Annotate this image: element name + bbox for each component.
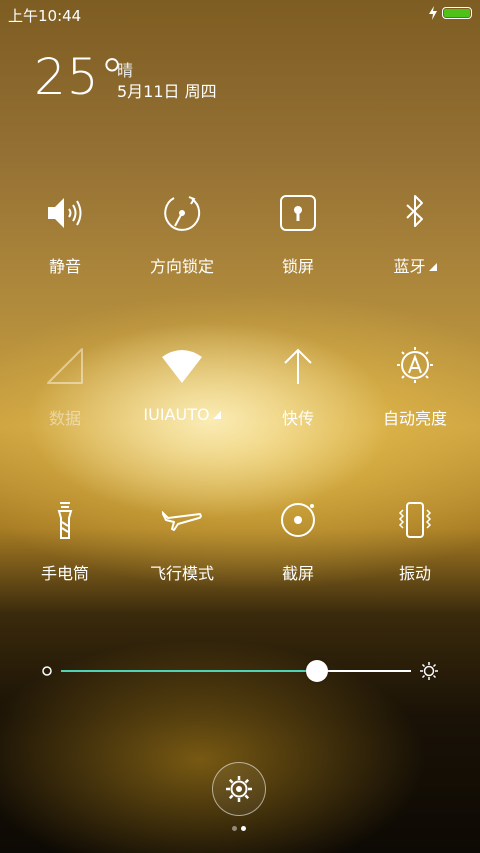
brightness-high-icon xyxy=(420,662,438,680)
battery-level xyxy=(444,9,470,17)
toggle-airplane[interactable]: 飞行模式 xyxy=(122,500,242,600)
page-dot xyxy=(232,826,237,831)
toggle-label: 手电筒 xyxy=(40,564,89,583)
toggle-label: 振动 xyxy=(398,564,431,583)
bluetooth-icon xyxy=(406,195,423,227)
status-bar: 上午10:44 xyxy=(0,0,480,28)
toggle-wifi[interactable]: IUIAUTO xyxy=(122,345,242,445)
toggle-vibrate[interactable]: 振动 xyxy=(355,500,475,600)
toggle-mute[interactable]: 静音 xyxy=(5,193,125,293)
mobile-data-icon xyxy=(47,348,83,384)
toggle-label: 截屏 xyxy=(281,564,314,583)
rotation-lock-icon xyxy=(164,196,201,231)
bolt-icon xyxy=(429,6,437,20)
toggle-label: 飞行模式 xyxy=(149,564,214,583)
toggle-label: 蓝牙 xyxy=(355,253,475,277)
submenu-indicator-icon[interactable] xyxy=(212,411,221,419)
toggle-label: 数据 xyxy=(48,409,81,428)
status-time: 上午10:44 xyxy=(8,7,82,25)
brightness-fill xyxy=(61,670,317,672)
toggle-label: 锁屏 xyxy=(281,257,314,276)
toggle-label: IUIAUTO xyxy=(122,405,242,424)
vibrate-icon xyxy=(398,502,432,538)
toggle-auto-brightness[interactable]: 自动亮度 xyxy=(355,345,475,445)
toggle-rotation-lock[interactable]: 方向锁定 xyxy=(122,193,242,293)
auto-brightness-icon xyxy=(397,347,433,383)
gear-icon xyxy=(226,776,252,802)
battery-icon xyxy=(442,7,472,19)
submenu-indicator-icon[interactable] xyxy=(428,263,437,271)
flashlight-icon xyxy=(57,502,73,539)
weather-date: 5月11日 周四 xyxy=(117,82,217,101)
brightness-slider[interactable] xyxy=(36,656,444,686)
settings-button[interactable] xyxy=(212,762,266,816)
brightness-track[interactable] xyxy=(61,660,411,682)
airplane-icon xyxy=(162,511,202,531)
toggle-bluetooth[interactable]: 蓝牙 xyxy=(355,193,475,293)
quick-transfer-icon xyxy=(284,348,312,384)
page-indicator xyxy=(232,826,252,834)
toggle-label: 自动亮度 xyxy=(382,409,447,428)
toggle-label: 静音 xyxy=(48,257,81,276)
toggle-quick-transfer[interactable]: 快传 xyxy=(238,345,358,445)
toggle-label-text: IUIAUTO xyxy=(143,405,210,424)
lock-screen-icon xyxy=(280,195,316,231)
screenshot-icon xyxy=(281,503,315,537)
speaker-icon xyxy=(48,198,82,228)
toggle-mobile-data[interactable]: 数据 xyxy=(5,345,125,445)
weather-temperature: 25° xyxy=(34,48,126,106)
brightness-thumb[interactable] xyxy=(305,660,328,682)
page-dot-active xyxy=(241,826,246,831)
toggle-label-text: 蓝牙 xyxy=(393,257,426,276)
toggle-lock-screen[interactable]: 锁屏 xyxy=(238,193,358,293)
brightness-low-icon xyxy=(42,666,52,676)
toggle-screenshot[interactable]: 截屏 xyxy=(238,500,358,600)
toggle-label: 方向锁定 xyxy=(149,257,214,276)
toggle-label: 快传 xyxy=(281,409,314,428)
wifi-icon xyxy=(162,350,202,383)
toggle-flashlight[interactable]: 手电筒 xyxy=(5,500,125,600)
